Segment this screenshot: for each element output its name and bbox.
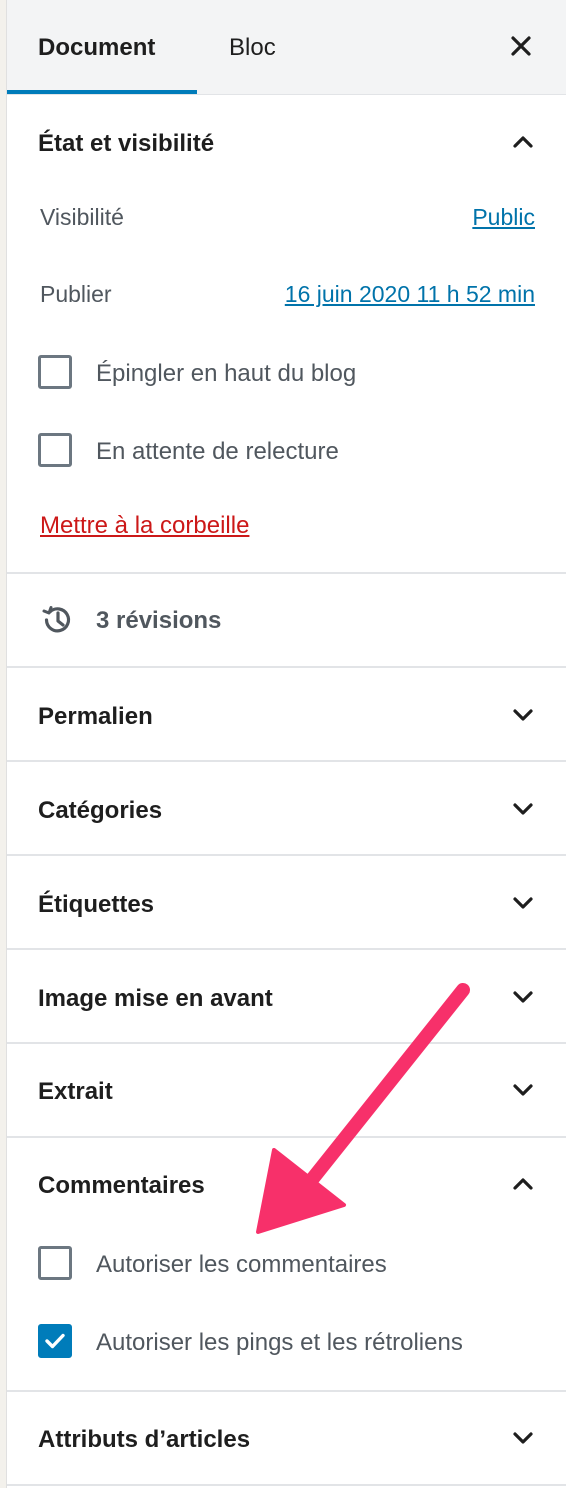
tab-bloc[interactable]: Bloc (229, 0, 276, 95)
chevron-down-icon[interactable] (509, 1424, 537, 1452)
sidebar-tabs: Document Bloc (7, 0, 566, 95)
chevron-down-icon[interactable] (509, 795, 537, 823)
chevron-down-icon[interactable] (509, 889, 537, 917)
chevron-up-icon[interactable] (509, 128, 537, 156)
permalink-panel[interactable]: Permalien (7, 668, 566, 762)
chevron-down-icon[interactable] (509, 1076, 537, 1104)
permalink-toggle[interactable]: Permalien (38, 703, 153, 731)
publish-date-link[interactable]: 16 juin 2020 11 h 52 min (285, 281, 535, 308)
excerpt-panel[interactable]: Extrait (7, 1044, 566, 1138)
history-icon (42, 606, 71, 633)
move-to-trash-link[interactable]: Mettre à la corbeille (40, 512, 249, 540)
status-visibility-panel: État et visibilité Visibilité Public Pub… (7, 95, 566, 574)
revisions-panel[interactable]: 3 révisions (7, 574, 566, 668)
pending-review-checkbox[interactable] (38, 433, 72, 467)
featured-image-panel[interactable]: Image mise en avant (7, 950, 566, 1044)
categories-panel[interactable]: Catégories (7, 762, 566, 856)
chevron-down-icon[interactable] (509, 983, 537, 1011)
tags-toggle[interactable]: Étiquettes (38, 891, 154, 919)
post-attributes-toggle[interactable]: Attributs d’articles (38, 1426, 250, 1454)
close-icon (511, 36, 531, 56)
tab-document[interactable]: Document (38, 0, 155, 95)
chevron-up-icon[interactable] (509, 1170, 537, 1198)
pending-review-label: En attente de relecture (96, 438, 339, 465)
checkmark-icon (45, 1333, 65, 1349)
allow-pings-label: Autoriser les pings et les rétroliens (96, 1329, 463, 1356)
sticky-checkbox[interactable] (38, 355, 72, 389)
categories-toggle[interactable]: Catégories (38, 797, 162, 825)
allow-pings-checkbox[interactable] (38, 1324, 72, 1358)
visibility-label: Visibilité (40, 204, 124, 230)
tags-panel[interactable]: Étiquettes (7, 856, 566, 950)
publish-label: Publier (40, 281, 112, 307)
excerpt-toggle[interactable]: Extrait (38, 1078, 113, 1106)
sticky-label: Épingler en haut du blog (96, 360, 357, 387)
post-attributes-panel[interactable]: Attributs d’articles (7, 1392, 566, 1486)
visibility-toggle-link[interactable]: Public (472, 204, 535, 231)
featured-image-toggle[interactable]: Image mise en avant (38, 985, 273, 1013)
discussion-panel: Commentaires Autoriser les commentaires … (7, 1138, 566, 1392)
status-visibility-toggle[interactable]: État et visibilité (38, 130, 214, 158)
discussion-toggle[interactable]: Commentaires (38, 1172, 205, 1200)
active-tab-indicator (7, 90, 197, 94)
revisions-link[interactable]: 3 révisions (96, 607, 221, 635)
allow-comments-label: Autoriser les commentaires (96, 1251, 387, 1278)
allow-comments-checkbox[interactable] (38, 1246, 72, 1280)
chevron-down-icon[interactable] (509, 701, 537, 729)
close-sidebar-button[interactable] (503, 28, 539, 64)
document-settings-sidebar: Document Bloc État et visibilité Visibil… (6, 0, 566, 1488)
